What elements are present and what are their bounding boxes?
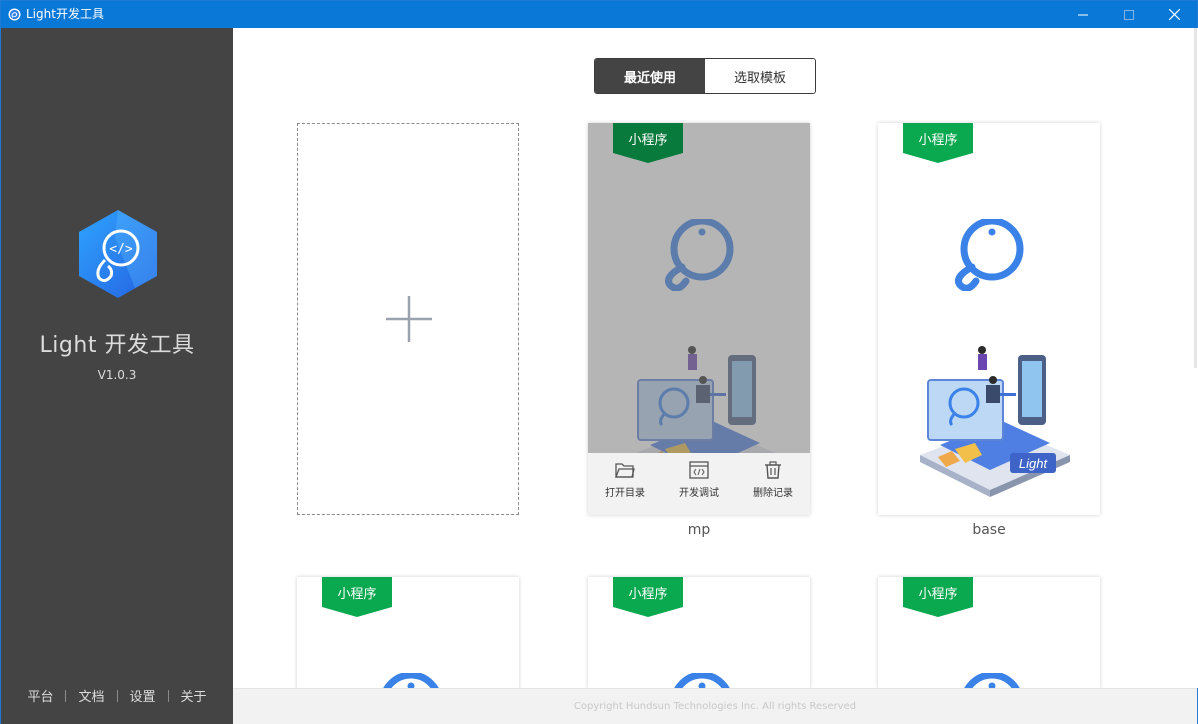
tab-recent[interactable]: 最近使用 bbox=[595, 59, 705, 93]
light-mark-icon bbox=[964, 673, 1020, 688]
tab-select-template[interactable]: 选取模板 bbox=[705, 59, 815, 93]
badge-label: 小程序 bbox=[918, 133, 958, 148]
delete-record-button[interactable]: 删除记录 bbox=[736, 453, 810, 515]
link-platform[interactable]: 平台 bbox=[15, 686, 65, 705]
project-name-mp: mp bbox=[687, 522, 711, 538]
maximize-icon bbox=[1124, 9, 1134, 20]
hover-overlay bbox=[588, 123, 810, 453]
app-version: V1.0.3 bbox=[97, 368, 137, 382]
debug-button[interactable]: 开发调试 bbox=[662, 453, 736, 515]
link-docs[interactable]: 文档 bbox=[66, 686, 116, 705]
open-folder-button[interactable]: 打开目录 bbox=[588, 453, 662, 515]
close-button[interactable] bbox=[1151, 1, 1197, 28]
svg-text:</>: </> bbox=[109, 242, 133, 257]
project-card-base[interactable]: 小程序 Light bbox=[878, 123, 1100, 515]
project-card[interactable]: 小程序 bbox=[588, 577, 810, 688]
copyright-text: Copyright Hundsun Technologies Inc. All … bbox=[573, 701, 857, 712]
app-logo-icon bbox=[8, 8, 21, 21]
debug-label: 开发调试 bbox=[679, 488, 719, 499]
minimize-icon bbox=[1078, 14, 1088, 15]
sidebar: </> Light 开发工具 V1.0.3 平台 文档 设置 关于 bbox=[1, 28, 233, 724]
open-folder-label: 打开目录 bbox=[605, 488, 645, 499]
window-title: Light开发工具 bbox=[26, 7, 104, 21]
badge-label: 小程序 bbox=[918, 587, 958, 602]
app-window: Light开发工具 </> Light 开发工具 V1.0.3 平台 文档 设置… bbox=[0, 0, 1198, 724]
project-card-mp[interactable]: Light 小程序 打开目录 bbox=[588, 123, 810, 515]
workspace-illustration: Light bbox=[920, 346, 1070, 497]
link-settings[interactable]: 设置 bbox=[118, 686, 168, 705]
minimize-button[interactable] bbox=[1060, 1, 1106, 28]
light-mark-icon bbox=[674, 673, 730, 688]
folder-icon bbox=[615, 463, 635, 478]
vertical-scrollbar[interactable] bbox=[1193, 28, 1198, 688]
add-project-card[interactable] bbox=[297, 123, 519, 515]
title-bar[interactable]: Light开发工具 bbox=[1, 1, 1197, 28]
project-name-base: base bbox=[972, 522, 1006, 538]
link-about[interactable]: 关于 bbox=[169, 686, 219, 705]
close-icon bbox=[1168, 9, 1180, 20]
tab-switcher: 最近使用 选取模板 bbox=[594, 58, 816, 94]
trash-icon bbox=[765, 461, 781, 479]
app-name: Light 开发工具 bbox=[39, 333, 195, 358]
maximize-button[interactable] bbox=[1106, 1, 1152, 28]
delete-record-label: 删除记录 bbox=[753, 488, 793, 499]
light-mark-icon bbox=[383, 673, 439, 688]
card-actions: 打开目录 开发调试 删除记录 bbox=[588, 453, 810, 515]
light-logo-icon: </> bbox=[79, 210, 157, 298]
badge-label: 小程序 bbox=[628, 587, 668, 602]
light-mark-icon bbox=[955, 219, 1024, 291]
illustration-label: Light bbox=[1019, 456, 1049, 471]
project-card[interactable]: 小程序 bbox=[297, 577, 519, 688]
main-content: 最近使用 选取模板 小程序 打开目录 开发调试 删除记录 mp 小程序 Ligh… bbox=[233, 28, 1197, 688]
plus-icon bbox=[386, 296, 432, 342]
sidebar-links: 平台 文档 设置 关于 bbox=[1, 686, 233, 705]
code-icon bbox=[689, 461, 709, 479]
footer: Copyright Hundsun Technologies Inc. All … bbox=[233, 688, 1197, 724]
scrollbar-thumb[interactable] bbox=[1194, 28, 1197, 368]
project-card[interactable]: 小程序 bbox=[878, 577, 1100, 688]
badge-label: 小程序 bbox=[337, 587, 377, 602]
badge-label: 小程序 bbox=[628, 133, 668, 148]
